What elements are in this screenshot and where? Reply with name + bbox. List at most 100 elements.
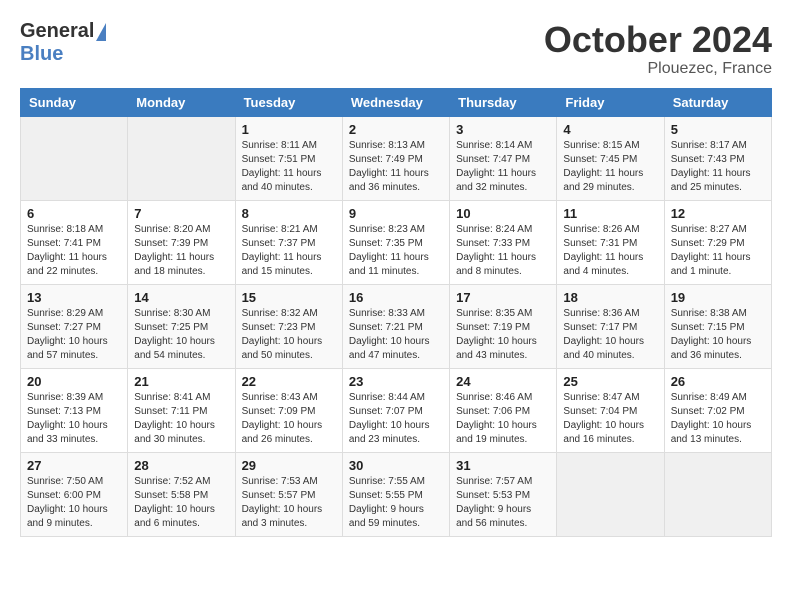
day-number: 31 [456, 458, 550, 473]
calendar-cell: 13 Sunrise: 8:29 AM Sunset: 7:27 PM Dayli… [21, 284, 128, 368]
day-number: 26 [671, 374, 765, 389]
day-info: Sunrise: 8:39 AM Sunset: 7:13 PM Dayligh… [27, 391, 121, 447]
day-number: 27 [27, 458, 121, 473]
day-info: Sunrise: 7:50 AM Sunset: 6:00 PM Dayligh… [27, 475, 121, 531]
day-info: Sunrise: 7:53 AM Sunset: 5:57 PM Dayligh… [242, 475, 336, 531]
day-info: Sunrise: 8:46 AM Sunset: 7:06 PM Dayligh… [456, 391, 550, 447]
calendar-cell: 5 Sunrise: 8:17 AM Sunset: 7:43 PM Daylig… [664, 116, 771, 200]
weekday-header-thursday: Thursday [450, 88, 557, 116]
day-info: Sunrise: 7:52 AM Sunset: 5:58 PM Dayligh… [134, 475, 228, 531]
day-info: Sunrise: 8:27 AM Sunset: 7:29 PM Dayligh… [671, 223, 765, 279]
logo-general: General [20, 20, 94, 43]
logo: General Blue [20, 20, 106, 66]
day-number: 23 [349, 374, 443, 389]
day-info: Sunrise: 8:30 AM Sunset: 7:25 PM Dayligh… [134, 307, 228, 363]
day-info: Sunrise: 8:18 AM Sunset: 7:41 PM Dayligh… [27, 223, 121, 279]
day-number: 16 [349, 290, 443, 305]
day-number: 12 [671, 206, 765, 221]
day-info: Sunrise: 8:47 AM Sunset: 7:04 PM Dayligh… [563, 391, 657, 447]
day-number: 29 [242, 458, 336, 473]
day-number: 10 [456, 206, 550, 221]
calendar-cell: 17 Sunrise: 8:35 AM Sunset: 7:19 PM Dayli… [450, 284, 557, 368]
day-info: Sunrise: 8:36 AM Sunset: 7:17 PM Dayligh… [563, 307, 657, 363]
calendar-table: SundayMondayTuesdayWednesdayThursdayFrid… [20, 88, 772, 537]
month-title: October 2024 [544, 20, 772, 60]
logo-blue: Blue [20, 43, 63, 65]
day-info: Sunrise: 8:21 AM Sunset: 7:37 PM Dayligh… [242, 223, 336, 279]
day-info: Sunrise: 8:43 AM Sunset: 7:09 PM Dayligh… [242, 391, 336, 447]
calendar-cell: 14 Sunrise: 8:30 AM Sunset: 7:25 PM Dayli… [128, 284, 235, 368]
calendar-cell: 22Sunrise: 8:43 AM Sunset: 7:09 PM Dayli… [235, 368, 342, 452]
calendar-cell: 24 Sunrise: 8:46 AM Sunset: 7:06 PM Dayli… [450, 368, 557, 452]
calendar-cell: 12 Sunrise: 8:27 AM Sunset: 7:29 PM Dayli… [664, 200, 771, 284]
day-info: Sunrise: 8:14 AM Sunset: 7:47 PM Dayligh… [456, 139, 550, 195]
calendar-cell: 9 Sunrise: 8:23 AM Sunset: 7:35 PM Daylig… [342, 200, 449, 284]
calendar-cell: 2 Sunrise: 8:13 AM Sunset: 7:49 PM Daylig… [342, 116, 449, 200]
calendar-cell: 4Sunrise: 8:15 AM Sunset: 7:45 PM Daylig… [557, 116, 664, 200]
day-number: 15 [242, 290, 336, 305]
day-info: Sunrise: 7:57 AM Sunset: 5:53 PM Dayligh… [456, 475, 550, 531]
calendar-cell: 31 Sunrise: 7:57 AM Sunset: 5:53 PM Dayli… [450, 452, 557, 536]
day-info: Sunrise: 8:11 AM Sunset: 7:51 PM Dayligh… [242, 139, 336, 195]
day-number: 8 [242, 206, 336, 221]
day-number: 24 [456, 374, 550, 389]
day-number: 4 [563, 122, 657, 137]
day-info: Sunrise: 8:13 AM Sunset: 7:49 PM Dayligh… [349, 139, 443, 195]
calendar-cell: 30Sunrise: 7:55 AM Sunset: 5:55 PM Dayli… [342, 452, 449, 536]
day-number: 18 [563, 290, 657, 305]
day-number: 28 [134, 458, 228, 473]
day-number: 5 [671, 122, 765, 137]
day-info: Sunrise: 8:29 AM Sunset: 7:27 PM Dayligh… [27, 307, 121, 363]
weekday-header-sunday: Sunday [21, 88, 128, 116]
day-info: Sunrise: 8:17 AM Sunset: 7:43 PM Dayligh… [671, 139, 765, 195]
calendar-cell: 19Sunrise: 8:38 AM Sunset: 7:15 PM Dayli… [664, 284, 771, 368]
day-info: Sunrise: 8:38 AM Sunset: 7:15 PM Dayligh… [671, 307, 765, 363]
calendar-week-5: 27 Sunrise: 7:50 AM Sunset: 6:00 PM Dayli… [21, 452, 772, 536]
day-number: 6 [27, 206, 121, 221]
calendar-cell: 16 Sunrise: 8:33 AM Sunset: 7:21 PM Dayli… [342, 284, 449, 368]
calendar-cell: 29 Sunrise: 7:53 AM Sunset: 5:57 PM Dayli… [235, 452, 342, 536]
calendar-cell: 8 Sunrise: 8:21 AM Sunset: 7:37 PM Daylig… [235, 200, 342, 284]
day-info: Sunrise: 8:23 AM Sunset: 7:35 PM Dayligh… [349, 223, 443, 279]
calendar-week-2: 6 Sunrise: 8:18 AM Sunset: 7:41 PM Daylig… [21, 200, 772, 284]
page-header: General Blue October 2024 Plouezec, Fran… [20, 20, 772, 78]
day-number: 3 [456, 122, 550, 137]
day-number: 30 [349, 458, 443, 473]
location: Plouezec, France [544, 60, 772, 78]
calendar-cell [557, 452, 664, 536]
calendar-cell: 26Sunrise: 8:49 AM Sunset: 7:02 PM Dayli… [664, 368, 771, 452]
calendar-cell [21, 116, 128, 200]
day-number: 17 [456, 290, 550, 305]
calendar-cell: 25 Sunrise: 8:47 AM Sunset: 7:04 PM Dayli… [557, 368, 664, 452]
calendar-week-1: 1Sunrise: 8:11 AM Sunset: 7:51 PM Daylig… [21, 116, 772, 200]
weekday-header-friday: Friday [557, 88, 664, 116]
day-info: Sunrise: 8:20 AM Sunset: 7:39 PM Dayligh… [134, 223, 228, 279]
day-info: Sunrise: 8:32 AM Sunset: 7:23 PM Dayligh… [242, 307, 336, 363]
day-number: 11 [563, 206, 657, 221]
weekday-header-saturday: Saturday [664, 88, 771, 116]
day-info: Sunrise: 8:24 AM Sunset: 7:33 PM Dayligh… [456, 223, 550, 279]
calendar-cell: 21Sunrise: 8:41 AM Sunset: 7:11 PM Dayli… [128, 368, 235, 452]
calendar-cell: 6 Sunrise: 8:18 AM Sunset: 7:41 PM Daylig… [21, 200, 128, 284]
day-info: Sunrise: 8:41 AM Sunset: 7:11 PM Dayligh… [134, 391, 228, 447]
day-number: 20 [27, 374, 121, 389]
day-number: 25 [563, 374, 657, 389]
weekday-header-tuesday: Tuesday [235, 88, 342, 116]
day-info: Sunrise: 8:35 AM Sunset: 7:19 PM Dayligh… [456, 307, 550, 363]
day-number: 9 [349, 206, 443, 221]
title-block: October 2024 Plouezec, France [544, 20, 772, 78]
calendar-cell: 1Sunrise: 8:11 AM Sunset: 7:51 PM Daylig… [235, 116, 342, 200]
calendar-week-3: 13 Sunrise: 8:29 AM Sunset: 7:27 PM Dayli… [21, 284, 772, 368]
calendar-week-4: 20 Sunrise: 8:39 AM Sunset: 7:13 PM Dayli… [21, 368, 772, 452]
weekday-header-wednesday: Wednesday [342, 88, 449, 116]
day-info: Sunrise: 8:26 AM Sunset: 7:31 PM Dayligh… [563, 223, 657, 279]
weekday-header-monday: Monday [128, 88, 235, 116]
day-info: Sunrise: 8:44 AM Sunset: 7:07 PM Dayligh… [349, 391, 443, 447]
day-number: 13 [27, 290, 121, 305]
logo-triangle-icon [96, 23, 106, 41]
calendar-cell: 28 Sunrise: 7:52 AM Sunset: 5:58 PM Dayli… [128, 452, 235, 536]
day-info: Sunrise: 8:33 AM Sunset: 7:21 PM Dayligh… [349, 307, 443, 363]
calendar-cell: 18 Sunrise: 8:36 AM Sunset: 7:17 PM Dayli… [557, 284, 664, 368]
day-number: 14 [134, 290, 228, 305]
day-number: 2 [349, 122, 443, 137]
